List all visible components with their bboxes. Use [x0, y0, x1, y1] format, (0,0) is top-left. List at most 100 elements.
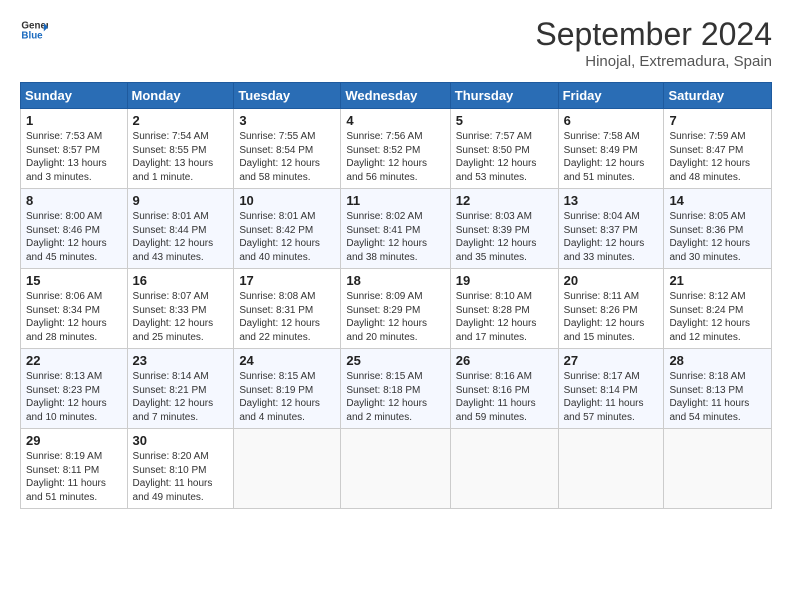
day-info: Sunrise: 8:17 AM Sunset: 8:14 PM Dayligh… — [564, 370, 659, 424]
weekday-thursday: Thursday — [450, 83, 558, 109]
calendar-cell: 29 Sunrise: 8:19 AM Sunset: 8:11 PM Dayli… — [21, 429, 128, 509]
calendar-cell: 6 Sunrise: 7:58 AM Sunset: 8:49 PM Daylig… — [558, 109, 664, 189]
day-number: 29 — [26, 433, 122, 448]
calendar-cell: 9Sunrise: 8:01 AM Sunset: 8:44 PM Daylig… — [127, 189, 234, 269]
day-info: Sunrise: 7:53 AM Sunset: 8:57 PM Dayligh… — [26, 130, 122, 184]
calendar-cell: 3 Sunrise: 7:55 AM Sunset: 8:54 PM Daylig… — [234, 109, 341, 189]
day-number: 18 — [346, 273, 444, 288]
calendar-cell: 21 Sunrise: 8:12 AM Sunset: 8:24 PM Dayli… — [664, 269, 772, 349]
calendar-cell: 23Sunrise: 8:14 AM Sunset: 8:21 PM Dayli… — [127, 349, 234, 429]
calendar-cell: 20 Sunrise: 8:11 AM Sunset: 8:26 PM Dayli… — [558, 269, 664, 349]
day-info: Sunrise: 8:00 AM Sunset: 8:46 PM Dayligh… — [26, 210, 122, 264]
calendar-cell: 26 Sunrise: 8:16 AM Sunset: 8:16 PM Dayli… — [450, 349, 558, 429]
day-number: 7 — [669, 113, 766, 128]
day-info: Sunrise: 8:06 AM Sunset: 8:34 PM Dayligh… — [26, 290, 122, 344]
calendar-table: SundayMondayTuesdayWednesdayThursdayFrid… — [20, 82, 772, 509]
calendar-cell — [341, 429, 450, 509]
title-block: September 2024 Hinojal, Extremadura, Spa… — [535, 16, 772, 70]
day-number: 4 — [346, 113, 444, 128]
day-info: Sunrise: 7:58 AM Sunset: 8:49 PM Dayligh… — [564, 130, 659, 184]
day-number: 5 — [456, 113, 553, 128]
month-title: September 2024 — [535, 16, 772, 53]
day-info: Sunrise: 8:20 AM Sunset: 8:10 PM Dayligh… — [133, 450, 229, 504]
calendar-cell — [664, 429, 772, 509]
day-number: 21 — [669, 273, 766, 288]
day-number: 30 — [133, 433, 229, 448]
day-number: 1 — [26, 113, 122, 128]
day-number: 3 — [239, 113, 335, 128]
calendar-cell: 8 Sunrise: 8:00 AM Sunset: 8:46 PM Daylig… — [21, 189, 128, 269]
day-info: Sunrise: 8:19 AM Sunset: 8:11 PM Dayligh… — [26, 450, 122, 504]
day-info: Sunrise: 8:16 AM Sunset: 8:16 PM Dayligh… — [456, 370, 553, 424]
day-number: 14 — [669, 193, 766, 208]
calendar-cell: 30 Sunrise: 8:20 AM Sunset: 8:10 PM Dayli… — [127, 429, 234, 509]
calendar-cell: 1 Sunrise: 7:53 AM Sunset: 8:57 PM Daylig… — [21, 109, 128, 189]
day-number: 24 — [239, 353, 335, 368]
day-number: 27 — [564, 353, 659, 368]
day-number: 15 — [26, 273, 122, 288]
calendar-cell: 13 Sunrise: 8:04 AM Sunset: 8:37 PM Dayli… — [558, 189, 664, 269]
week-row-1: 1 Sunrise: 7:53 AM Sunset: 8:57 PM Daylig… — [21, 109, 772, 189]
day-number: 16 — [133, 273, 229, 288]
week-row-3: 15 Sunrise: 8:06 AM Sunset: 8:34 PM Dayli… — [21, 269, 772, 349]
day-info: Sunrise: 8:01 AM Sunset: 8:42 PM Dayligh… — [239, 210, 335, 264]
weekday-wednesday: Wednesday — [341, 83, 450, 109]
weekday-monday: Monday — [127, 83, 234, 109]
calendar-cell: 17 Sunrise: 8:08 AM Sunset: 8:31 PM Dayli… — [234, 269, 341, 349]
day-info: Sunrise: 8:09 AM Sunset: 8:29 PM Dayligh… — [346, 290, 444, 344]
calendar-cell: 24 Sunrise: 8:15 AM Sunset: 8:19 PM Dayli… — [234, 349, 341, 429]
calendar-cell: 18 Sunrise: 8:09 AM Sunset: 8:29 PM Dayli… — [341, 269, 450, 349]
day-number: 25 — [346, 353, 444, 368]
calendar-cell: 14 Sunrise: 8:05 AM Sunset: 8:36 PM Dayli… — [664, 189, 772, 269]
calendar-cell: 22 Sunrise: 8:13 AM Sunset: 8:23 PM Dayli… — [21, 349, 128, 429]
day-info: Sunrise: 7:55 AM Sunset: 8:54 PM Dayligh… — [239, 130, 335, 184]
calendar-cell: 16 Sunrise: 8:07 AM Sunset: 8:33 PM Dayli… — [127, 269, 234, 349]
day-number: 8 — [26, 193, 122, 208]
day-info: Sunrise: 8:08 AM Sunset: 8:31 PM Dayligh… — [239, 290, 335, 344]
logo: General Blue — [20, 16, 48, 44]
day-number: 26 — [456, 353, 553, 368]
day-number: 11 — [346, 193, 444, 208]
day-info: Sunrise: 8:03 AM Sunset: 8:39 PM Dayligh… — [456, 210, 553, 264]
day-info: Sunrise: 8:15 AM Sunset: 8:19 PM Dayligh… — [239, 370, 335, 424]
day-number: 6 — [564, 113, 659, 128]
day-info: Sunrise: 8:11 AM Sunset: 8:26 PM Dayligh… — [564, 290, 659, 344]
day-info: Sunrise: 8:12 AM Sunset: 8:24 PM Dayligh… — [669, 290, 766, 344]
day-number: 20 — [564, 273, 659, 288]
calendar-cell: 4 Sunrise: 7:56 AM Sunset: 8:52 PM Daylig… — [341, 109, 450, 189]
day-info: Sunrise: 8:07 AM Sunset: 8:33 PM Dayligh… — [133, 290, 229, 344]
calendar-cell — [234, 429, 341, 509]
day-number: 23 — [133, 353, 229, 368]
day-info: Sunrise: 7:56 AM Sunset: 8:52 PM Dayligh… — [346, 130, 444, 184]
day-number: 17 — [239, 273, 335, 288]
day-info: Sunrise: 8:18 AM Sunset: 8:13 PM Dayligh… — [669, 370, 766, 424]
day-info: Sunrise: 8:13 AM Sunset: 8:23 PM Dayligh… — [26, 370, 122, 424]
day-info: Sunrise: 7:57 AM Sunset: 8:50 PM Dayligh… — [456, 130, 553, 184]
calendar-cell: 5 Sunrise: 7:57 AM Sunset: 8:50 PM Daylig… — [450, 109, 558, 189]
calendar-cell: 12 Sunrise: 8:03 AM Sunset: 8:39 PM Dayli… — [450, 189, 558, 269]
calendar-cell: 25Sunrise: 8:15 AM Sunset: 8:18 PM Dayli… — [341, 349, 450, 429]
day-number: 13 — [564, 193, 659, 208]
calendar-cell: 2Sunrise: 7:54 AM Sunset: 8:55 PM Daylig… — [127, 109, 234, 189]
calendar-cell: 15 Sunrise: 8:06 AM Sunset: 8:34 PM Dayli… — [21, 269, 128, 349]
weekday-friday: Friday — [558, 83, 664, 109]
day-number: 12 — [456, 193, 553, 208]
day-number: 9 — [133, 193, 229, 208]
day-number: 22 — [26, 353, 122, 368]
day-info: Sunrise: 7:59 AM Sunset: 8:47 PM Dayligh… — [669, 130, 766, 184]
day-number: 28 — [669, 353, 766, 368]
week-row-2: 8 Sunrise: 8:00 AM Sunset: 8:46 PM Daylig… — [21, 189, 772, 269]
day-info: Sunrise: 8:05 AM Sunset: 8:36 PM Dayligh… — [669, 210, 766, 264]
location: Hinojal, Extremadura, Spain — [535, 53, 772, 70]
day-info: Sunrise: 8:02 AM Sunset: 8:41 PM Dayligh… — [346, 210, 444, 264]
day-info: Sunrise: 8:04 AM Sunset: 8:37 PM Dayligh… — [564, 210, 659, 264]
logo-icon: General Blue — [20, 16, 48, 44]
week-row-4: 22 Sunrise: 8:13 AM Sunset: 8:23 PM Dayli… — [21, 349, 772, 429]
calendar-cell: 27 Sunrise: 8:17 AM Sunset: 8:14 PM Dayli… — [558, 349, 664, 429]
day-info: Sunrise: 8:10 AM Sunset: 8:28 PM Dayligh… — [456, 290, 553, 344]
calendar-cell: 19 Sunrise: 8:10 AM Sunset: 8:28 PM Dayli… — [450, 269, 558, 349]
page: General Blue September 2024 Hinojal, Ext… — [0, 0, 792, 525]
day-number: 19 — [456, 273, 553, 288]
week-row-5: 29 Sunrise: 8:19 AM Sunset: 8:11 PM Dayli… — [21, 429, 772, 509]
day-info: Sunrise: 7:54 AM Sunset: 8:55 PM Dayligh… — [133, 130, 229, 184]
